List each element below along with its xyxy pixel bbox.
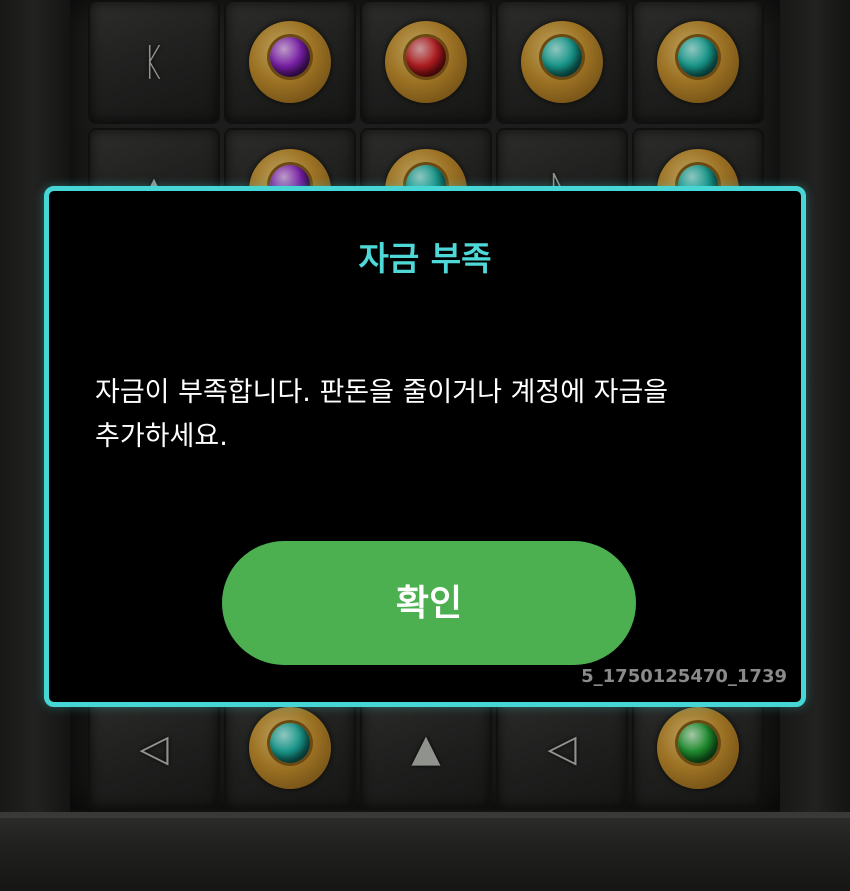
game-screen: ᛕ▲ᚣ◁▲◁ 자금 부족 자금이 부족합니다. 판돈을 줄이거나 계정에 자금을… — [0, 0, 850, 891]
confirm-button[interactable]: 확인 — [222, 541, 636, 665]
dialog-message: 자금이 부족합니다. 판돈을 줄이거나 계정에 자금을 추가하세요. — [95, 377, 669, 452]
dialog-title: 자금 부족 — [358, 239, 492, 278]
request-id-label: 5_1750125470_1739 — [581, 666, 787, 687]
insufficient-funds-dialog: 자금 부족 자금이 부족합니다. 판돈을 줄이거나 계정에 자금을 추가하세요.… — [44, 186, 806, 707]
